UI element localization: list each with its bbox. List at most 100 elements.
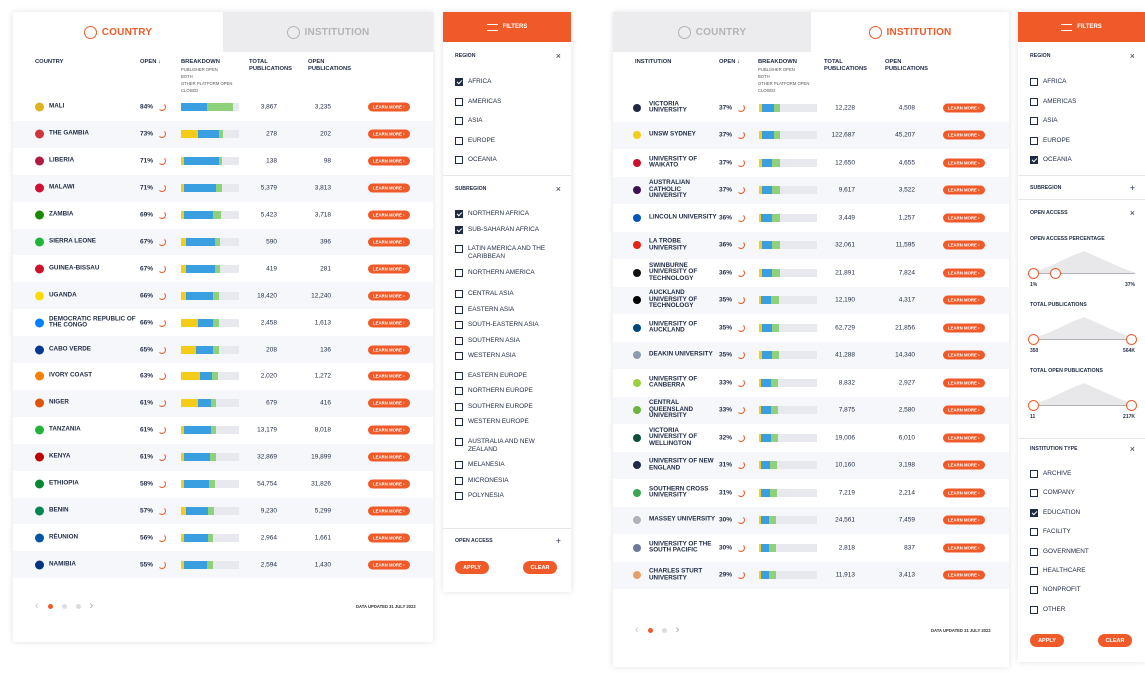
table-row[interactable]: DEAKIN UNIVERSITY 35% 41,288 14,340 LEARN MO… (613, 341, 1009, 369)
tab-country[interactable]: COUNTRY (13, 12, 223, 52)
checkbox-latin-america-and-the-caribbean[interactable]: LATIN AMERICA AND THE CARIBBEAN (455, 245, 563, 261)
learn-more-button[interactable]: LEARN MORE › (943, 405, 985, 415)
row-name[interactable]: UNIVERSITY OF NEW ENGLAND (649, 458, 717, 472)
table-row[interactable]: MALI 84% 3,867 3,235 LEARN MORE › (13, 94, 433, 121)
table-row[interactable]: IVORY COAST 63% 2,020 1,272 LEARN MORE › (13, 363, 433, 390)
row-name[interactable]: AUCKLAND UNIVERSITY OF TECHNOLOGY (649, 290, 717, 310)
col-total[interactable]: TOTAL PUBLICATIONS (249, 59, 299, 73)
learn-more-button[interactable]: LEARN MORE › (943, 570, 985, 580)
checkbox-western-europe[interactable]: WESTERN EUROPE (455, 418, 563, 426)
row-name[interactable]: UNIVERSITY OF AUCKLAND (649, 320, 717, 334)
table-row[interactable]: UNIVERSITY OF THE SOUTH PACIFIC 30% 2,818 8… (613, 534, 1009, 562)
table-row[interactable]: MALAWI 71% 5,379 3,813 LEARN MORE › (13, 174, 433, 202)
table-row[interactable]: AUSTRALIAN CATHOLIC UNIVERSITY 37% 9,617 3,… (613, 176, 1009, 204)
table-row[interactable]: LIBERIA 71% 138 98 LEARN MORE › (13, 148, 433, 175)
table-row[interactable]: ETHIOPIA 58% 54,754 31,826 LEARN MORE › (13, 471, 433, 498)
learn-more-button[interactable]: LEARN MORE › (943, 103, 985, 113)
checkbox-government[interactable]: GOVERNMENT (1030, 547, 1137, 556)
next-page-icon[interactable]: › (90, 600, 94, 612)
row-name[interactable]: GUINEA-BISSAU (49, 265, 139, 273)
row-name[interactable]: MALAWI (49, 184, 139, 192)
slider-track[interactable] (1030, 272, 1135, 274)
col-open-pubs[interactable]: OPEN PUBLICATIONS (885, 59, 935, 73)
table-row[interactable]: SWINBURNE UNIVERSITY OF TECHNOLOGY 36% 21,… (613, 259, 1009, 287)
learn-more-button[interactable]: LEARN MORE › (368, 291, 410, 301)
learn-more-button[interactable]: LEARN MORE › (943, 323, 985, 333)
page-dot[interactable] (661, 627, 667, 633)
slider-track[interactable] (1030, 404, 1135, 406)
learn-more-button[interactable]: LEARN MORE › (368, 129, 410, 139)
table-row[interactable]: NAMIBIA 55% 2,594 1,430 LEARN MORE › (13, 551, 433, 579)
learn-more-button[interactable]: LEARN MORE › (368, 237, 410, 247)
learn-more-button[interactable]: LEARN MORE › (368, 371, 410, 381)
checkbox-australia-and-new-zealand[interactable]: AUSTRALIA AND NEW ZEALAND (455, 437, 563, 454)
apply-button[interactable]: APPLY (1030, 634, 1064, 647)
table-row[interactable]: MASSEY UNIVERSITY 30% 24,561 7,459 LEARN MOR… (613, 506, 1009, 534)
slider-max-handle[interactable] (1126, 334, 1137, 345)
table-row[interactable]: BENIN 57% 9,230 5,299 LEARN MORE › (13, 497, 433, 525)
table-row[interactable]: SOUTHERN CROSS UNIVERSITY 31% 7,219 2,214 LE… (613, 479, 1009, 507)
table-row[interactable]: THE GAMBIA 73% 278 202 LEARN MORE › (13, 120, 433, 148)
table-row[interactable]: KENYA 61% 32,869 19,899 LEARN MORE › (13, 443, 433, 471)
learn-more-button[interactable]: LEARN MORE › (943, 295, 985, 305)
row-name[interactable]: UGANDA (49, 292, 139, 299)
page-dot[interactable] (61, 603, 67, 609)
filters-header[interactable]: FILTERS (1018, 12, 1145, 42)
checkbox-melanesia[interactable]: MELANESIA (455, 461, 563, 469)
row-name[interactable]: KENYA (49, 453, 139, 461)
learn-more-button[interactable]: LEARN MORE › (943, 488, 985, 498)
checkbox-eastern-europe[interactable]: EASTERN EUROPE (455, 371, 563, 380)
row-name[interactable]: ZAMBIA (49, 211, 139, 219)
checkbox-northern-europe[interactable]: NORTHERN EUROPE (455, 387, 563, 395)
page-dot[interactable] (75, 603, 81, 609)
table-row[interactable]: VICTORIA UNIVERSITY OF WELLINGTON 32% 19,0… (613, 424, 1009, 452)
checkbox-south-eastern-asia[interactable]: SOUTH-EASTERN ASIA (455, 321, 563, 329)
close-icon[interactable]: × (556, 51, 561, 61)
table-row[interactable]: UNIVERSITY OF CANBERRA 33% 8,832 2,927 LEARN… (613, 369, 1009, 397)
next-page-icon[interactable]: › (676, 624, 680, 636)
checkbox-western-asia[interactable]: WESTERN ASIA (455, 352, 563, 360)
checkbox-americas[interactable]: AMERICAS (455, 97, 563, 106)
learn-more-button[interactable]: LEARN MORE › (943, 268, 985, 278)
checkbox-facility[interactable]: FACILITY (1030, 528, 1137, 537)
tab-institution[interactable]: INSTITUTION (811, 12, 1009, 52)
table-row[interactable]: GUINEA-BISSAU 67% 419 281 LEARN MORE › (13, 255, 433, 282)
learn-more-button[interactable]: LEARN MORE › (943, 543, 985, 553)
checkbox-micronesia[interactable]: MICRONESIA (455, 476, 563, 485)
table-row[interactable]: RÉUNION 56% 2,964 1,661 LEARN MORE › (13, 524, 433, 551)
col-name[interactable]: COUNTRY (35, 59, 63, 66)
learn-more-button[interactable]: LEARN MORE › (368, 398, 410, 408)
page-dot[interactable] (647, 627, 653, 633)
learn-more-button[interactable]: LEARN MORE › (368, 506, 410, 516)
row-name[interactable]: THE GAMBIA (49, 130, 139, 138)
tab-institution[interactable]: INSTITUTION (223, 12, 433, 52)
learn-more-button[interactable]: LEARN MORE › (943, 185, 985, 195)
checkbox-southern-europe[interactable]: SOUTHERN EUROPE (455, 402, 563, 411)
learn-more-button[interactable]: LEARN MORE › (368, 210, 410, 220)
learn-more-button[interactable]: LEARN MORE › (368, 102, 410, 112)
table-row[interactable]: CHARLES STURT UNIVERSITY 29% 11,913 3,413 LE… (613, 561, 1009, 589)
row-name[interactable]: DEMOCRATIC REPUBLIC OF THE CONGO (49, 315, 139, 329)
row-name[interactable]: BENIN (49, 507, 139, 515)
slider-track[interactable] (1030, 338, 1135, 340)
table-row[interactable]: AUCKLAND UNIVERSITY OF TECHNOLOGY 35% 12,1… (613, 286, 1009, 314)
checkbox-central-asia[interactable]: CENTRAL ASIA (455, 290, 563, 298)
table-row[interactable]: CENTRAL QUEENSLAND UNIVERSITY 33% 7,875 2,5… (613, 396, 1009, 424)
row-name[interactable]: DEAKIN UNIVERSITY (649, 351, 717, 359)
expand-icon[interactable]: + (1130, 183, 1135, 193)
learn-more-button[interactable]: LEARN MORE › (943, 240, 985, 250)
row-name[interactable]: MALI (49, 104, 139, 111)
checkbox-oceania[interactable]: OCEANIA (455, 156, 563, 164)
table-row[interactable]: UNIVERSITY OF NEW ENGLAND 31% 10,160 3,198 L… (613, 451, 1009, 479)
table-row[interactable]: SIERRA LEONE 67% 590 396 LEARN MORE › (13, 228, 433, 256)
col-open[interactable]: OPEN ↓ (719, 59, 740, 66)
prev-page-icon[interactable]: ‹ (635, 624, 639, 636)
table-row[interactable]: VICTORIA UNIVERSITY 37% 12,228 4,508 LEARN M… (613, 94, 1009, 122)
learn-more-button[interactable]: LEARN MORE › (943, 213, 985, 223)
learn-more-button[interactable]: LEARN MORE › (368, 156, 410, 166)
row-name[interactable]: CABO VERDE (49, 346, 139, 353)
checkbox-company[interactable]: COMPANY (1030, 489, 1137, 498)
slider-min-handle[interactable] (1028, 400, 1039, 411)
slider-max-handle[interactable] (1050, 268, 1062, 279)
learn-more-button[interactable]: LEARN MORE › (368, 452, 410, 462)
